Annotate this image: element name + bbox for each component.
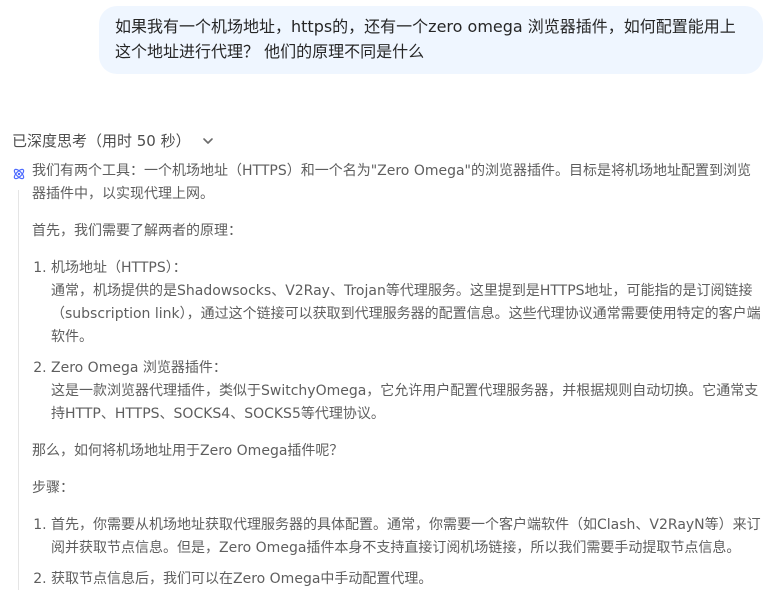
user-message-text: 如果我有一个机场地址，https的，还有一个zero omega 浏览器插件，如…: [115, 17, 736, 61]
principle-lead: 首先，我们需要了解两者的原理：: [32, 223, 242, 239]
principle-title: Zero Omega 浏览器插件：: [51, 360, 227, 376]
chevron-down-icon: [201, 134, 215, 148]
list-item: Zero Omega 浏览器插件： 这是一款浏览器代理插件，类似于Switchy…: [51, 357, 764, 426]
thinking-toggle[interactable]: 已深度思考（用时 50 秒）: [12, 130, 215, 151]
principle-detail: 通常，机场提供的是Shadowsocks、V2Ray、Trojan等代理服务。这…: [51, 283, 761, 345]
list-item: 机场地址（HTTPS）： 通常，机场提供的是Shadowsocks、V2Ray、…: [51, 257, 764, 349]
list-item: 首先，你需要从机场地址获取代理服务器的具体配置。通常，你需要一个客户端软件（如C…: [51, 514, 764, 560]
user-message-bubble: 如果我有一个机场地址，https的，还有一个zero omega 浏览器插件，如…: [99, 6, 763, 74]
question-text: 那么，如何将机场地址用于Zero Omega插件呢？: [32, 443, 344, 459]
thinking-divider-line: [18, 190, 19, 590]
deep-think-atom-icon: [12, 166, 26, 180]
steps-label: 步骤：: [32, 480, 74, 496]
steps-list: 首先，你需要从机场地址获取代理服务器的具体配置。通常，你需要一个客户端软件（如C…: [32, 514, 764, 591]
principle-detail: 这是一款浏览器代理插件，类似于SwitchyOmega，它允许用户配置代理服务器…: [51, 383, 759, 422]
principles-list: 机场地址（HTTPS）： 通常，机场提供的是Shadowsocks、V2Ray、…: [32, 257, 764, 426]
thinking-content: 我们有两个工具：一个机场地址（HTTPS）和一个名为"Zero Omega"的浏…: [32, 160, 764, 605]
principle-title: 机场地址（HTTPS）：: [51, 260, 187, 276]
thinking-intro: 我们有两个工具：一个机场地址（HTTPS）和一个名为"Zero Omega"的浏…: [32, 163, 751, 202]
thinking-header: 已深度思考（用时 50 秒）: [12, 132, 191, 150]
thinking-panel: 我们有两个工具：一个机场地址（HTTPS）和一个名为"Zero Omega"的浏…: [12, 160, 764, 590]
list-item: 获取节点信息后，我们可以在Zero Omega中手动配置代理。: [51, 568, 764, 591]
